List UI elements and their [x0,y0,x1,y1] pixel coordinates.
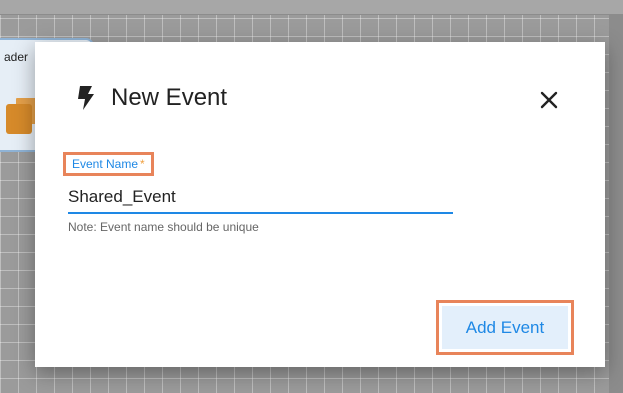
background-node-label: ader [4,50,29,64]
close-button[interactable] [535,88,563,116]
field-note: Note: Event name should be unique [68,220,259,234]
event-name-label-text: Event Name [72,157,139,171]
close-icon [539,90,559,115]
top-ruler [0,0,623,15]
cube-icon [6,104,32,134]
add-event-button[interactable]: Add Event [442,306,568,349]
right-scroll-edge [609,14,623,393]
add-event-button-highlight: Add Event [436,300,574,355]
bolt-icon [77,86,95,110]
required-mark: * [140,157,145,171]
event-name-input[interactable] [68,182,453,214]
event-name-label: Event Name * [63,152,154,176]
new-event-dialog: New Event Event Name * Note: Event name … [35,42,605,367]
dialog-header: New Event [77,84,227,112]
dialog-title: New Event [111,84,228,111]
